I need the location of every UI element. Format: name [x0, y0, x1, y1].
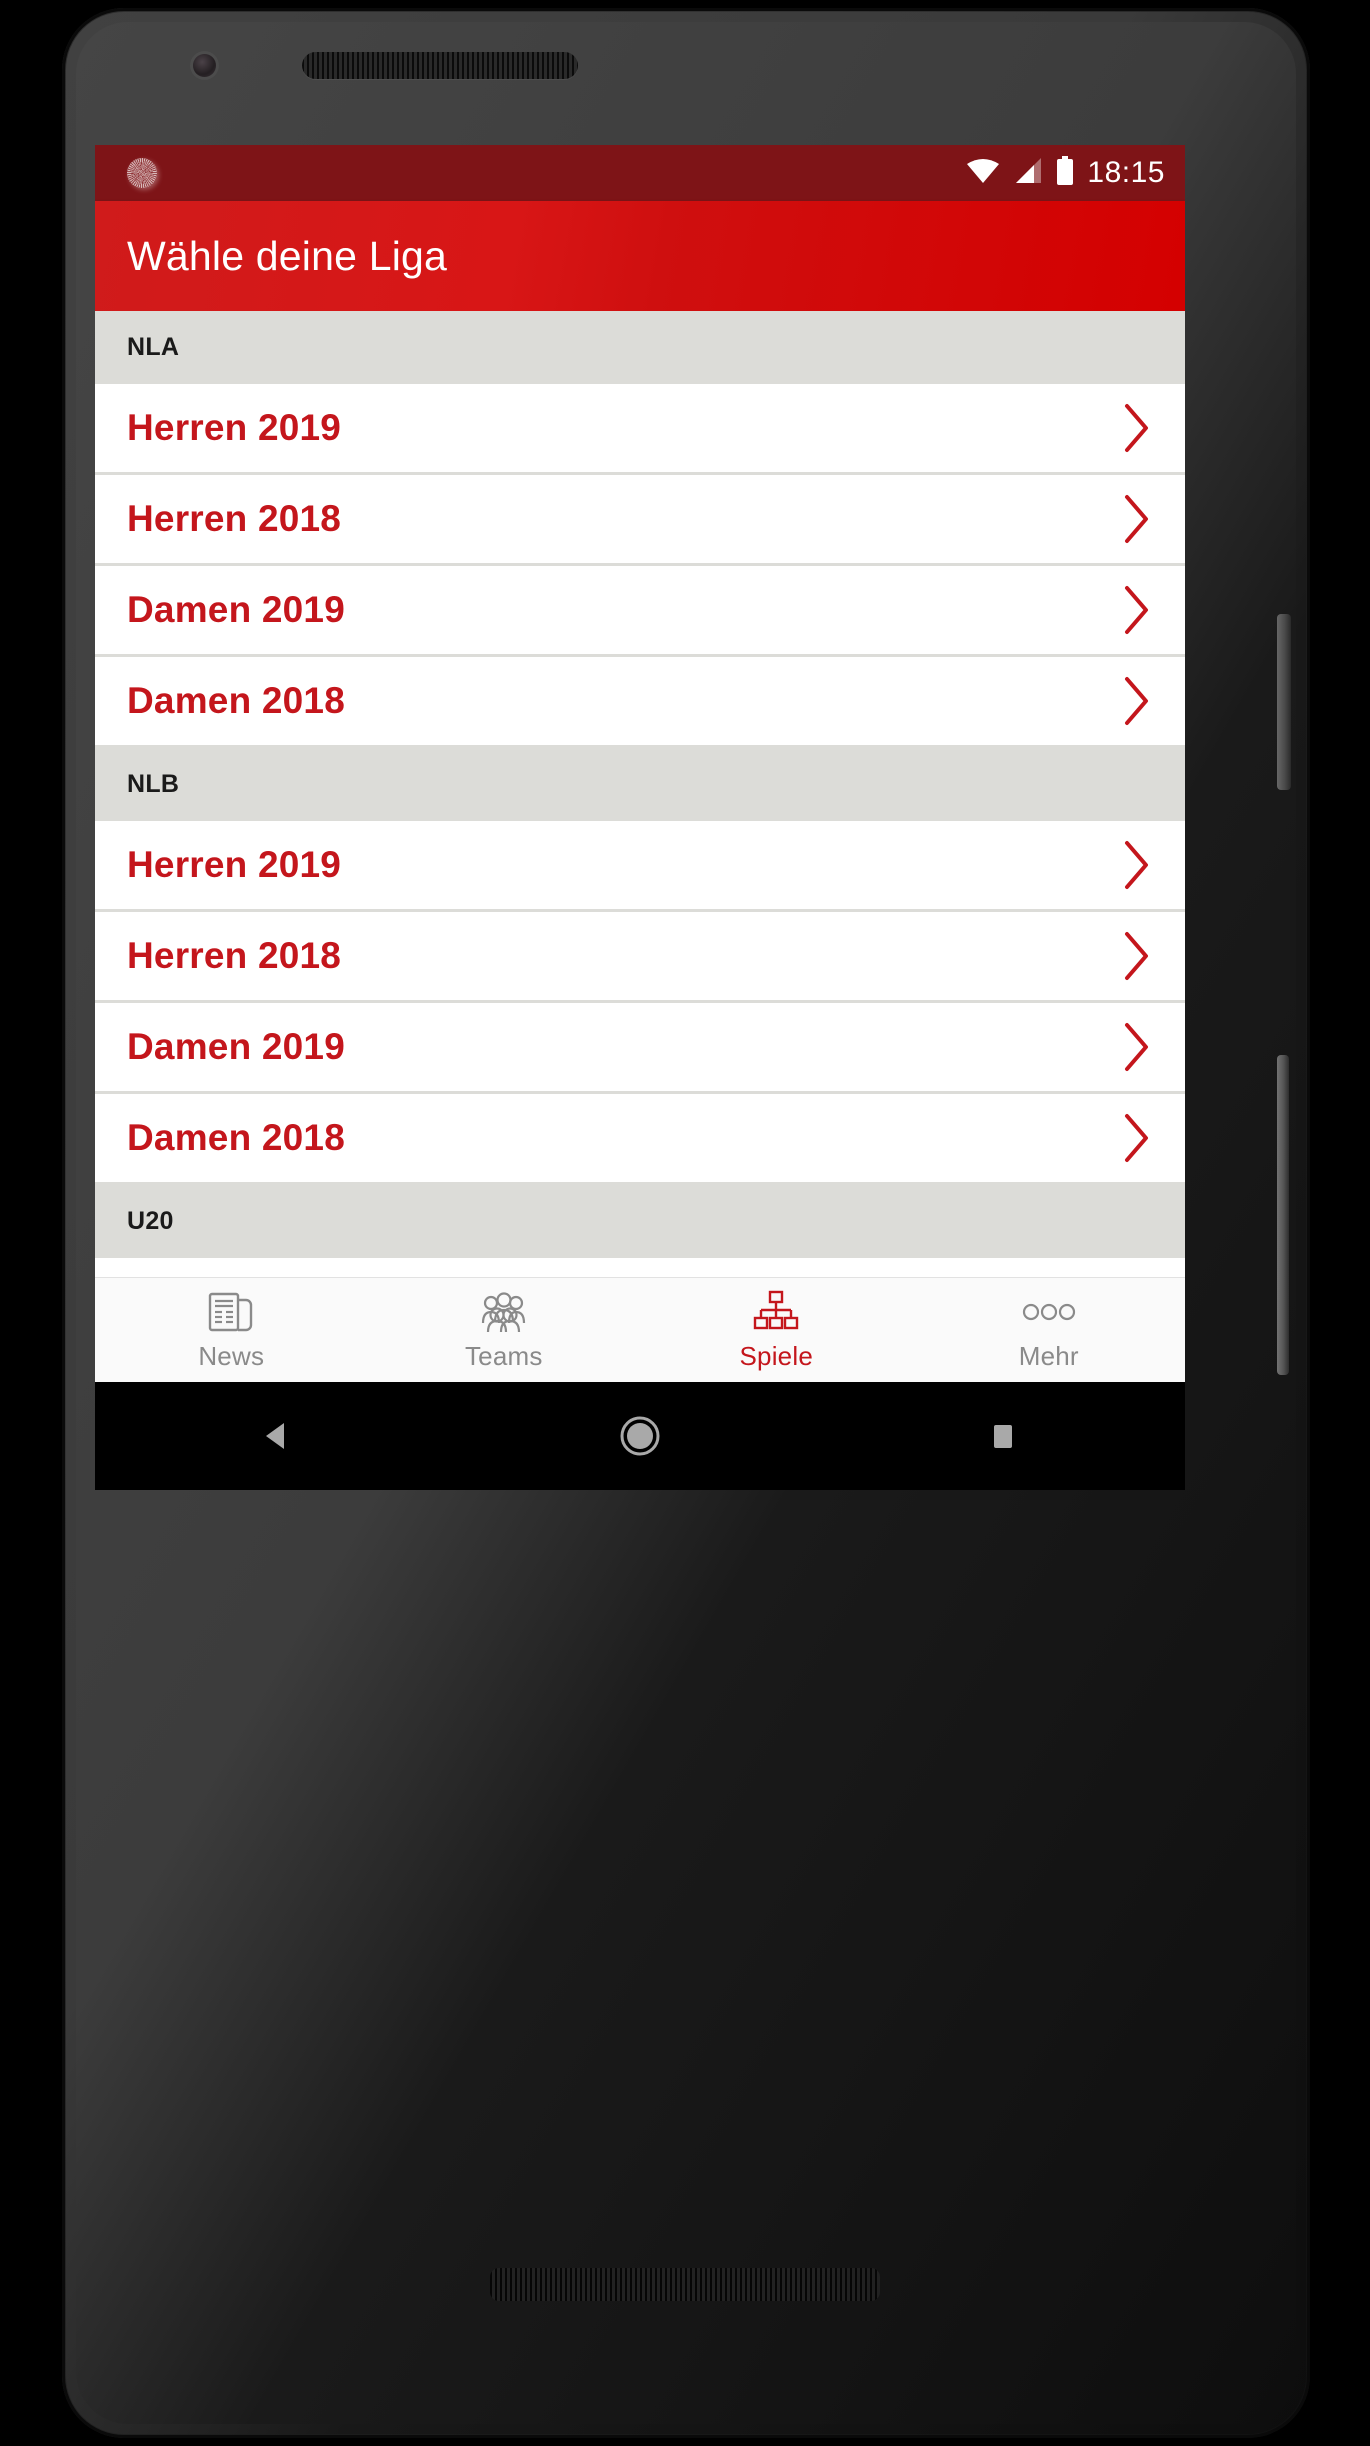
- recents-square-icon: [994, 1425, 1013, 1448]
- list-item[interactable]: Herren 2018: [95, 912, 1185, 1003]
- list-item-label: Damen 2018: [127, 1117, 345, 1158]
- list-item-chevron: [1119, 402, 1153, 454]
- earpiece-speaker-grille: [302, 52, 578, 79]
- status-indicators: 18:15: [966, 156, 1165, 190]
- list-item-chevron: [1119, 930, 1153, 982]
- list-item-label: Damen 2019: [127, 589, 345, 630]
- volume-rocker-button[interactable]: [1277, 1055, 1289, 1375]
- back-button[interactable]: [217, 1382, 337, 1490]
- chevron-right-icon: [1125, 586, 1148, 634]
- app-bar: Wähle deine Liga: [95, 201, 1185, 311]
- list-item[interactable]: Damen 2018: [95, 1094, 1185, 1185]
- list-item[interactable]: Damen 2019: [95, 566, 1185, 657]
- list-item[interactable]: Herren 2019: [95, 384, 1185, 475]
- list-item-label: Damen 2018: [127, 680, 345, 721]
- newspaper-icon: [208, 1289, 254, 1335]
- list-item-label: Herren 2019: [127, 844, 342, 885]
- section-header-label: U20: [127, 1207, 174, 1235]
- section-header-label: NLA: [127, 333, 180, 361]
- bottom-speaker-grille: [490, 2268, 880, 2301]
- chevron-right-icon: [1125, 404, 1148, 452]
- list-item-label: Damen 2019: [127, 1026, 345, 1067]
- more-dots-icon: [1022, 1289, 1076, 1335]
- android-system-navigation-bar: [95, 1382, 1185, 1490]
- chevron-right-icon: [1125, 1023, 1148, 1071]
- home-circle-icon: [620, 1416, 660, 1456]
- status-bar-clock: 18:15: [1087, 156, 1165, 189]
- list-item-chevron: [1119, 1112, 1153, 1164]
- section-header: U20: [95, 1185, 1185, 1258]
- section-header: NLB: [95, 748, 1185, 821]
- nav-item-news[interactable]: News: [95, 1289, 368, 1372]
- cellular-signal-icon: [1013, 157, 1043, 189]
- home-button[interactable]: [580, 1382, 700, 1490]
- nav-item-label: Teams: [464, 1340, 543, 1371]
- status-notification-area: [127, 158, 966, 188]
- list-item[interactable]: Herren 2018: [95, 475, 1185, 566]
- recents-button[interactable]: [943, 1382, 1063, 1490]
- chevron-right-icon: [1125, 677, 1148, 725]
- list-item-chevron: [1119, 584, 1153, 636]
- list-item-chevron: [1119, 839, 1153, 891]
- list-item-chevron: [1119, 675, 1153, 727]
- nav-item-spiele[interactable]: Spiele: [640, 1289, 913, 1372]
- page-title: Wähle deine Liga: [127, 232, 448, 279]
- section-header-label: NLB: [127, 770, 180, 798]
- status-bar: 18:15: [95, 145, 1185, 201]
- chevron-right-icon: [1125, 495, 1148, 543]
- list-item[interactable]: Herren 2019: [95, 821, 1185, 912]
- chevron-right-icon: [1125, 1114, 1148, 1162]
- chevron-right-icon: [1125, 932, 1148, 980]
- front-camera-icon: [193, 54, 216, 77]
- section-header: NLA: [95, 311, 1185, 384]
- league-list[interactable]: NLA Herren 2019 Herren 2018 Damen 2019 Damen…: [95, 311, 1185, 1382]
- list-item-chevron: [1119, 493, 1153, 545]
- back-triangle-icon: [265, 1423, 284, 1449]
- nav-item-label: Spiele: [739, 1340, 813, 1371]
- phone-screen: 18:15 Wähle deine Liga NLA Herren 2019 Her…: [95, 145, 1185, 1382]
- sync-icon: [127, 158, 157, 188]
- list-item-label: Herren 2018: [127, 498, 342, 539]
- list-item[interactable]: Damen 2018: [95, 657, 1185, 748]
- tournament-tree-icon: [753, 1289, 799, 1335]
- nav-item-label: News: [198, 1340, 265, 1371]
- nav-item-label: Mehr: [1018, 1340, 1079, 1371]
- list-item-chevron: [1119, 1021, 1153, 1073]
- list-item-label: Herren 2018: [127, 935, 342, 976]
- chevron-right-icon: [1125, 841, 1148, 889]
- people-group-icon: [480, 1289, 528, 1335]
- wifi-icon: [966, 157, 1000, 189]
- battery-full-icon: [1056, 156, 1074, 190]
- list-item[interactable]: Damen 2019: [95, 1003, 1185, 1094]
- nav-item-mehr[interactable]: Mehr: [913, 1289, 1186, 1372]
- list-item-label: Herren 2019: [127, 407, 342, 448]
- nav-item-teams[interactable]: Teams: [368, 1289, 641, 1372]
- power-button[interactable]: [1277, 614, 1291, 790]
- bottom-navigation-bar: News Teams Spiele Mehr: [95, 1277, 1185, 1382]
